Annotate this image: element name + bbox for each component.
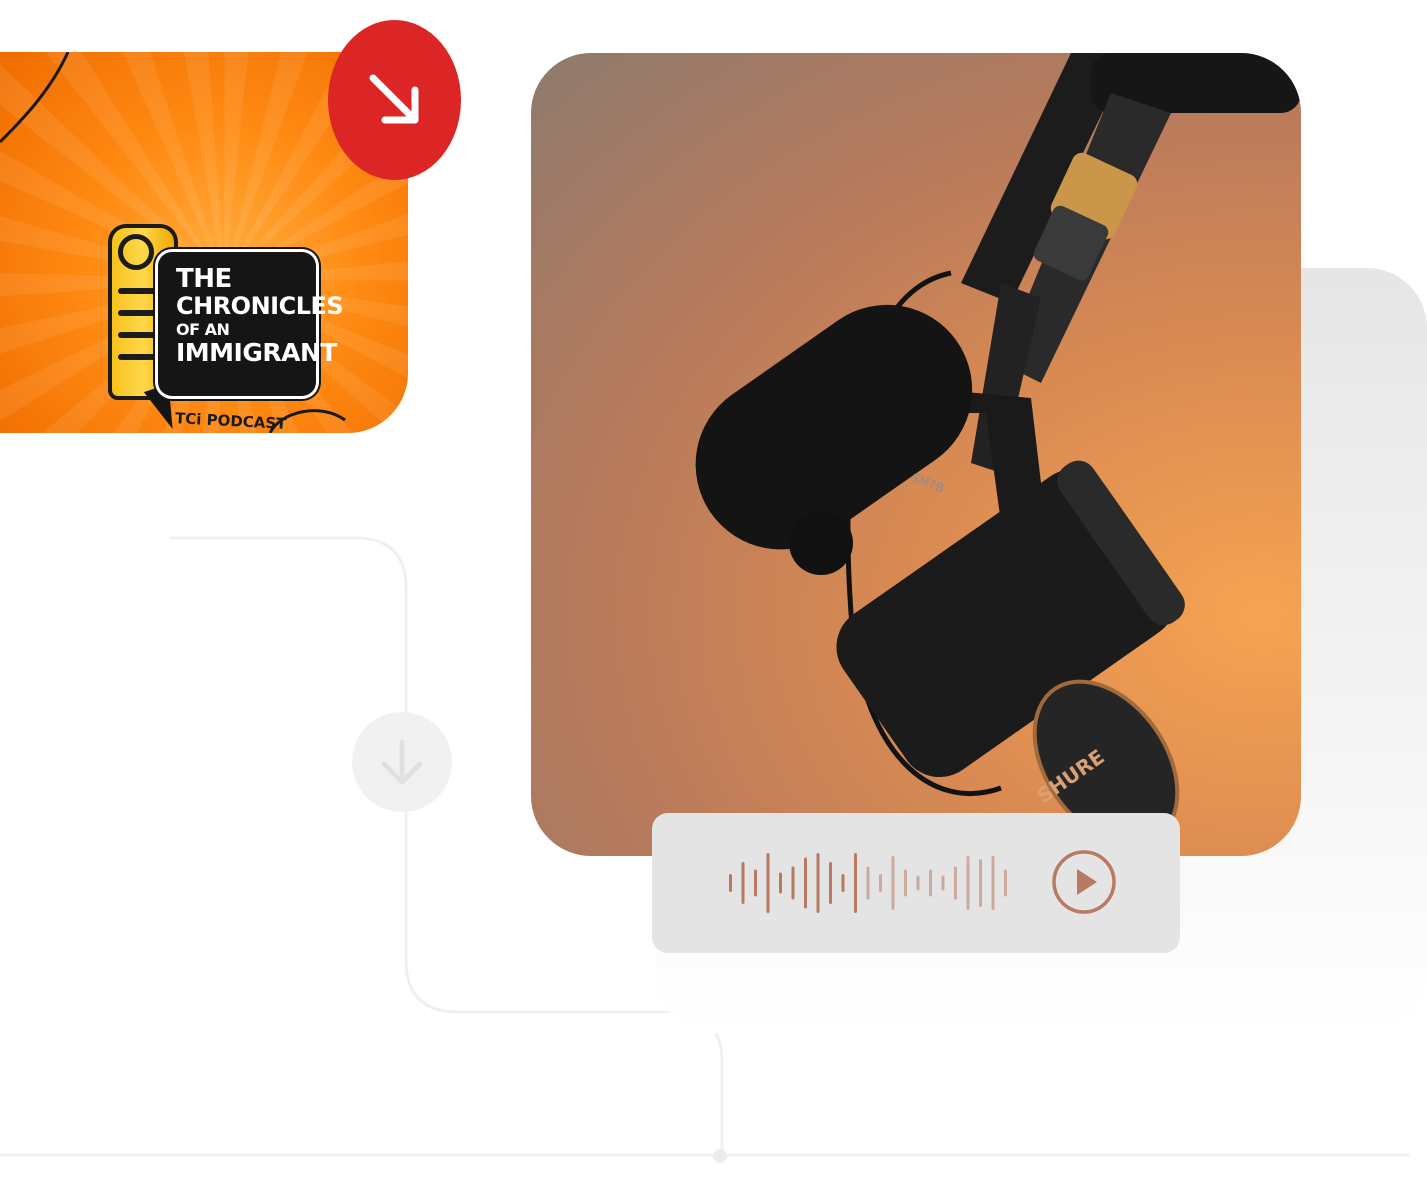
wave-bar bbox=[879, 874, 882, 892]
wave-bar bbox=[941, 875, 945, 891]
wave-bar bbox=[904, 869, 907, 897]
wave-bar bbox=[991, 856, 995, 910]
title-line-3: OF AN bbox=[176, 320, 230, 339]
arrow-down-right-icon bbox=[369, 74, 418, 124]
wave-bar bbox=[916, 875, 920, 891]
wave-bar bbox=[866, 866, 870, 900]
wave-bar bbox=[929, 869, 932, 897]
microphone-photo: SHURE SM7B bbox=[531, 53, 1301, 856]
wave-bar bbox=[891, 856, 895, 910]
title-line-2: CHRONICLES bbox=[176, 292, 344, 320]
wave-bar bbox=[816, 853, 820, 913]
podcast-title: THE CHRONICLES OF AN IMMIGRANT bbox=[176, 264, 344, 367]
play-icon bbox=[1077, 869, 1097, 895]
download-marker bbox=[352, 712, 452, 812]
wave-bar bbox=[804, 857, 807, 909]
microphone-illustration: SHURE SM7B bbox=[695, 53, 1301, 847]
wave-bar bbox=[979, 859, 982, 907]
title-line-4: IMMIGRANT bbox=[176, 338, 337, 367]
play-button[interactable] bbox=[1051, 849, 1117, 915]
wave-bar bbox=[854, 853, 857, 913]
wave-bar bbox=[829, 862, 832, 904]
arrow-down-icon bbox=[381, 739, 423, 785]
audio-waveform bbox=[729, 853, 1007, 913]
title-line-1: THE bbox=[176, 264, 232, 294]
wave-bar bbox=[841, 874, 845, 892]
wave-bar bbox=[729, 874, 732, 892]
wave-bar bbox=[766, 853, 770, 913]
wave-bar bbox=[791, 866, 795, 900]
wave-bar bbox=[741, 862, 745, 904]
wave-bar bbox=[779, 872, 782, 894]
wave-bar bbox=[754, 869, 757, 897]
model-label: SM7B bbox=[909, 471, 946, 496]
wave-bar bbox=[1004, 869, 1007, 897]
wave-bar bbox=[966, 856, 970, 910]
wave-bar bbox=[954, 866, 957, 900]
arrow-badge-button[interactable] bbox=[328, 20, 461, 180]
